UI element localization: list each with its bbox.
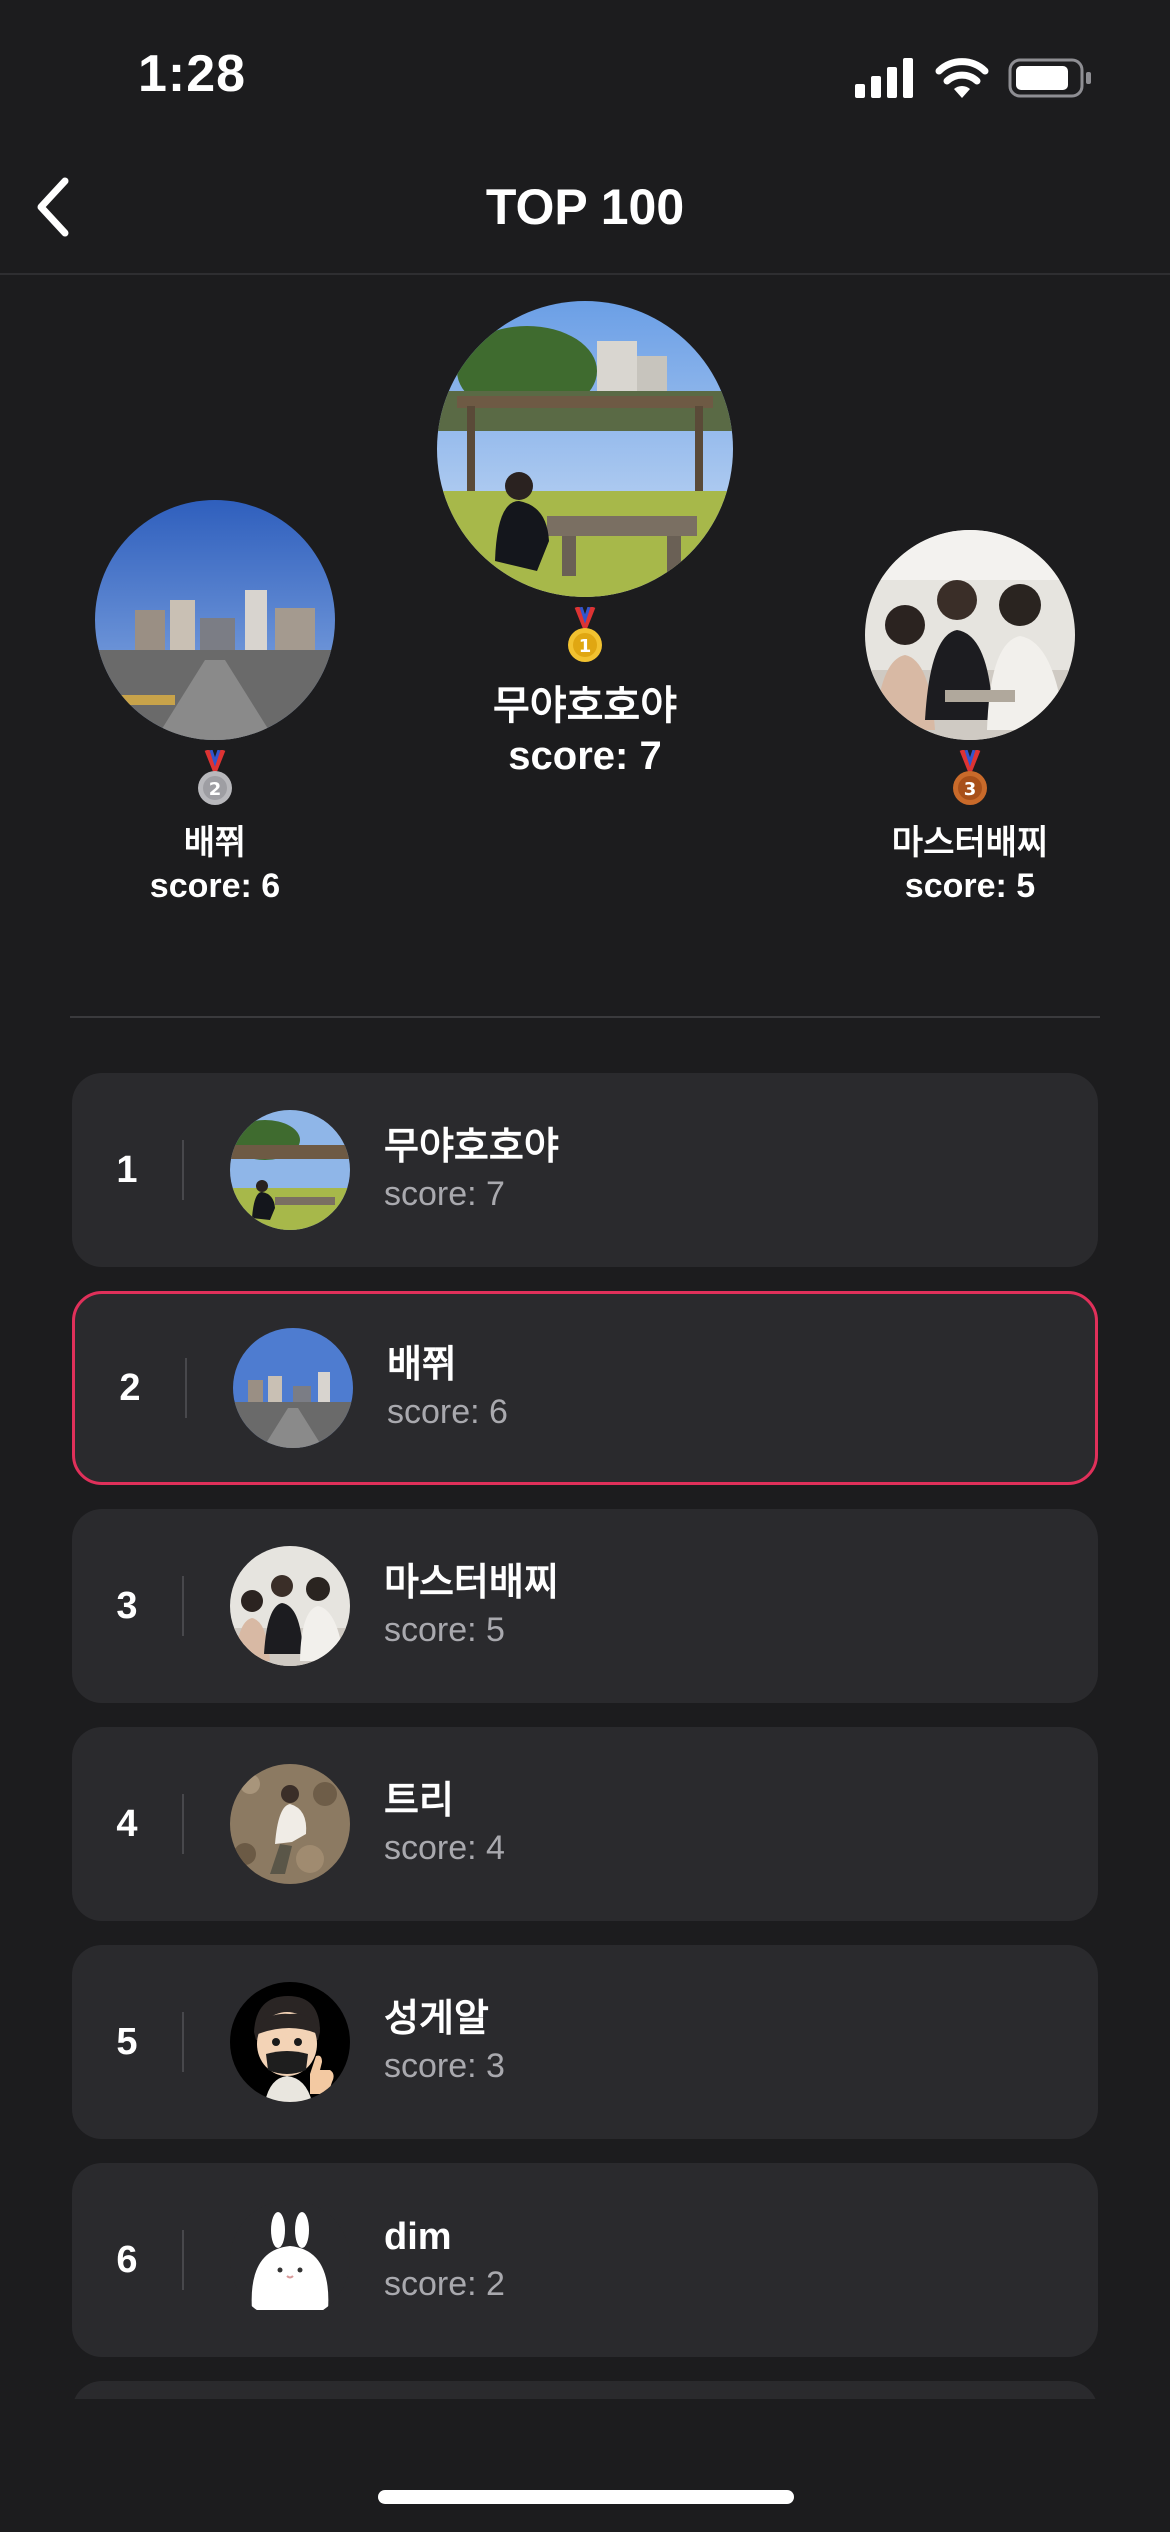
home-indicator[interactable]	[378, 2490, 794, 2504]
rank-number: 1	[116, 1148, 138, 1191]
rank-number: 3	[116, 1584, 138, 1627]
rank-score: score: 6	[387, 1392, 508, 1431]
rank-text: 트리 score: 4	[384, 1778, 505, 1870]
podium-third[interactable]: 3 마스터배찌 score: 5	[830, 530, 1110, 907]
ranking-list[interactable]: 1 무야호호야 score: 7 2 배쮜 score: 6 3 마스터배찌 s…	[72, 1073, 1098, 2399]
rank-avatar	[230, 1110, 350, 1230]
podium-second-name: 배쮜	[183, 824, 247, 862]
battery-icon	[1008, 58, 1092, 98]
ranking-row-5[interactable]: 5 성게알 score: 3	[72, 1945, 1098, 2139]
rank-text: 마스터배찌 score: 5	[384, 1560, 559, 1652]
rank-score: score: 3	[384, 2046, 505, 2085]
rank-text: 무야호호야 score: 7	[384, 1124, 559, 1216]
rank-avatar	[230, 1546, 350, 1666]
podium-first-name: 무야호호야	[493, 684, 677, 728]
rank-separator	[182, 1794, 184, 1854]
podium-second[interactable]: 2 배쮜 score: 6	[70, 500, 360, 907]
section-divider	[70, 1016, 1100, 1018]
rank-separator	[182, 2230, 184, 2290]
status-bar: 1:28	[0, 0, 1170, 150]
rank-name: 마스터배찌	[384, 1562, 559, 1605]
rank-separator	[182, 2012, 184, 2072]
rank-avatar	[230, 1764, 350, 1884]
page-title: TOP 100	[485, 179, 685, 235]
podium-second-score: score: 6	[149, 866, 281, 905]
ranking-row-next[interactable]	[72, 2381, 1098, 2399]
rank-text: 배쮜 score: 6	[387, 1342, 508, 1434]
gold-medal-icon: 1	[565, 607, 605, 665]
podium-third-avatar	[865, 530, 1075, 740]
rank-number: 2	[119, 1366, 141, 1409]
rank-avatar	[233, 1328, 353, 1448]
wifi-icon	[935, 56, 989, 98]
rank-score: score: 5	[384, 1610, 505, 1649]
podium-third-name: 마스터배찌	[891, 824, 1049, 862]
cellular-signal-icon	[855, 58, 913, 98]
podium-first-score: score: 7	[508, 734, 662, 778]
rank-avatar	[230, 1982, 350, 2102]
rank-number: 6	[116, 2238, 138, 2281]
rank-name: dim	[384, 2216, 452, 2259]
nav-bar: TOP 100	[0, 150, 1170, 275]
podium-first[interactable]: 1 무야호호야 score: 7	[415, 301, 755, 781]
rank-score: score: 2	[384, 2264, 505, 2303]
silver-medal-icon: 2	[195, 750, 235, 808]
rank-number: 5	[116, 2020, 138, 2063]
ranking-row-4[interactable]: 4 트리 score: 4	[72, 1727, 1098, 1921]
rank-separator	[182, 1576, 184, 1636]
bronze-medal-icon: 3	[950, 750, 990, 808]
rank-name: 트리	[384, 1780, 454, 1823]
rank-text: 성게알 score: 3	[384, 1996, 505, 2088]
rank-separator	[182, 1140, 184, 1200]
rank-text: dim score: 2	[384, 2214, 505, 2306]
podium-first-avatar	[437, 301, 733, 597]
podium-third-score: score: 5	[904, 866, 1036, 905]
rank-name: 배쮜	[387, 1344, 457, 1387]
ranking-row-2[interactable]: 2 배쮜 score: 6	[72, 1291, 1098, 1485]
svg-text:3: 3	[964, 779, 977, 800]
svg-text:2: 2	[209, 779, 222, 800]
rank-separator	[185, 1358, 187, 1418]
rank-name: 성게알	[384, 1998, 489, 2041]
status-time: 1:28	[138, 45, 247, 103]
rank-name: 무야호호야	[384, 1126, 559, 1169]
ranking-row-1[interactable]: 1 무야호호야 score: 7	[72, 1073, 1098, 1267]
ranking-row-6[interactable]: 6 dim score: 2	[72, 2163, 1098, 2357]
podium: 2 배쮜 score: 6 1 무야호호야 score: 7 3 마스터배찌 s…	[0, 275, 1170, 1015]
svg-text:1: 1	[579, 636, 592, 657]
podium-second-avatar	[95, 500, 335, 740]
rank-avatar	[230, 2200, 350, 2320]
rank-score: score: 4	[384, 1828, 505, 1867]
ranking-row-3[interactable]: 3 마스터배찌 score: 5	[72, 1509, 1098, 1703]
rank-score: score: 7	[384, 1174, 505, 1213]
rank-number: 4	[116, 1802, 138, 1845]
